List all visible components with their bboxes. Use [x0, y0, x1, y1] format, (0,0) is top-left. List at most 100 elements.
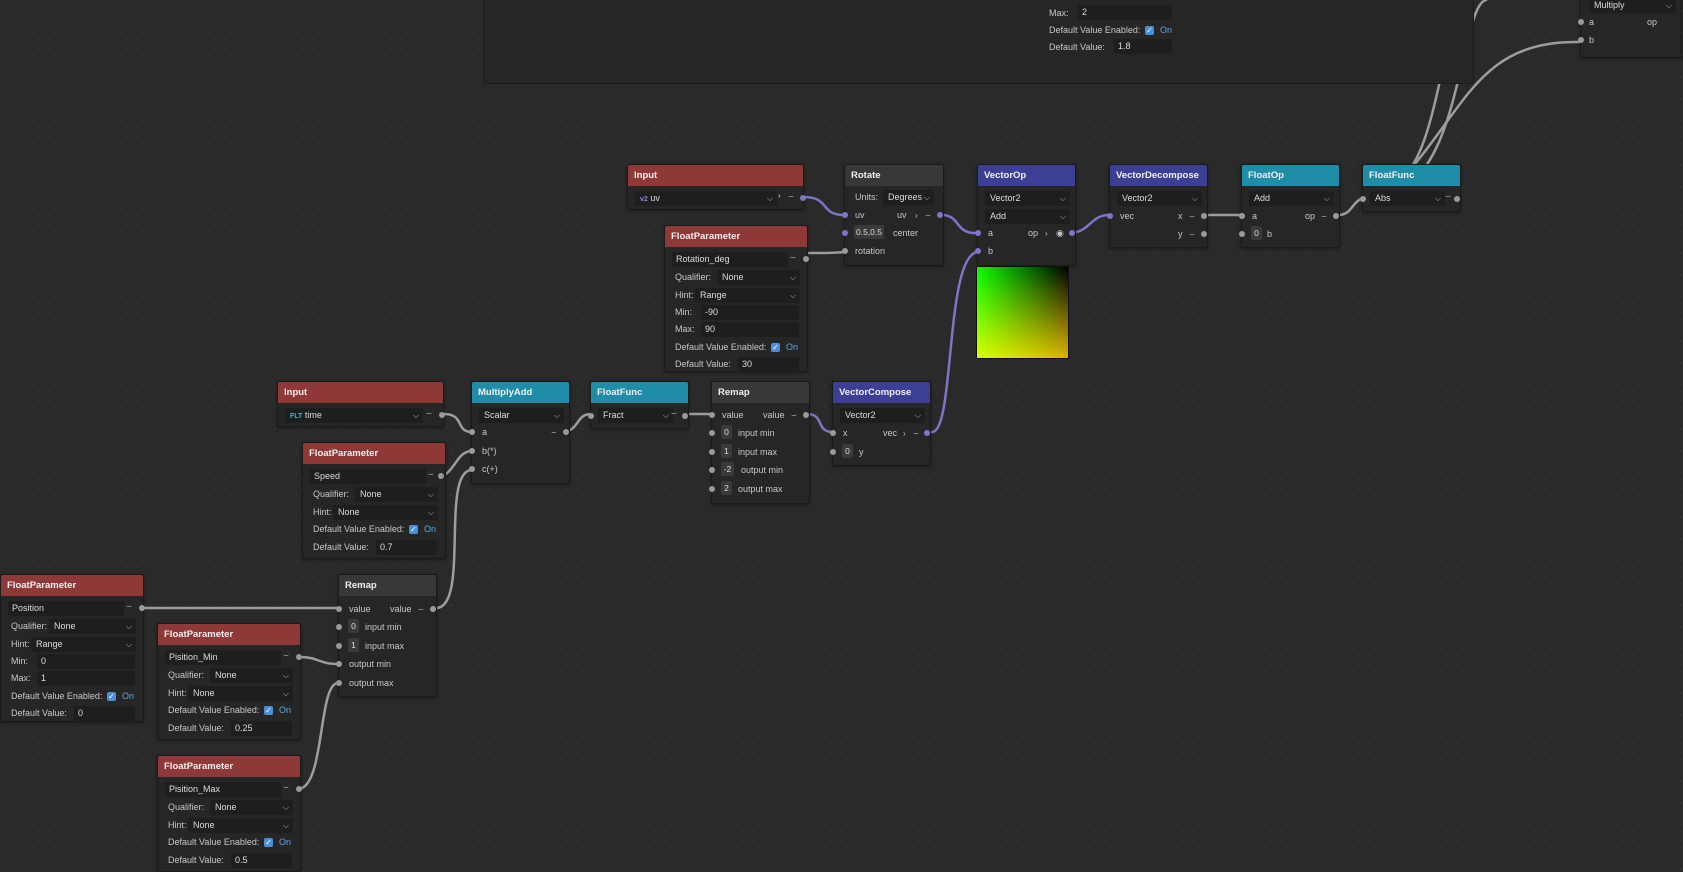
- floatparameter-position-max-node[interactable]: FloatParameter Pisition_Max ⌣ Qualifier:…: [157, 755, 302, 872]
- vectorcompose-node[interactable]: VectorCompose Vector2 ⌵ x vec › ⌣ 0 y: [830, 381, 931, 466]
- output-toggle-icon[interactable]: ⌣: [418, 601, 424, 618]
- parameter-name-field[interactable]: Pisition_Max: [165, 782, 281, 797]
- expand-arrow-icon[interactable]: ›: [915, 207, 918, 224]
- hint-select[interactable]: Range ⌵: [695, 288, 800, 303]
- remap-node-bottom[interactable]: Remap value value ⌣ 0 input min 1 input …: [336, 574, 437, 697]
- input-min-value[interactable]: 0: [348, 619, 359, 633]
- input-max-value[interactable]: 1: [348, 638, 359, 652]
- output-socket[interactable]: [296, 654, 302, 660]
- type-select[interactable]: Vector2 ⌵: [985, 191, 1070, 206]
- input-socket-output-max[interactable]: [709, 486, 715, 492]
- input-socket-a[interactable]: [1578, 19, 1584, 25]
- remap-node-top[interactable]: Remap value value ⌣ 0 input min 1 input …: [709, 381, 810, 504]
- output-toggle-icon[interactable]: ⌣: [913, 425, 919, 442]
- input-socket-b[interactable]: [975, 248, 981, 254]
- center-value[interactable]: 0.5,0.5: [854, 225, 884, 239]
- vectorop-node[interactable]: VectorOp Vector2 ⌵ Add ⌵ a op › ◉ b: [975, 164, 1076, 266]
- floatparameter-position-node[interactable]: FloatParameter Position ⌣ Qualifier: None…: [0, 574, 145, 722]
- multiplyadd-node[interactable]: MultiplyAdd Scalar ⌵ a ⌣ b(*) c(+): [469, 381, 570, 484]
- input-time-node[interactable]: Input FLT time ⌵ ⌣: [277, 381, 445, 427]
- floatfunc-abs-node[interactable]: FloatFunc Abs ⌵ ⌣: [1360, 164, 1461, 212]
- output-socket[interactable]: [438, 473, 444, 479]
- input-socket-input-min[interactable]: [336, 624, 342, 630]
- floatop-node[interactable]: FloatOp Add ⌵ a op ⌣ 0 b: [1239, 164, 1340, 248]
- input-socket-a[interactable]: [1239, 213, 1245, 219]
- floatparameter-rotation-node[interactable]: FloatParameter Rotation_deg ⌣ Qualifier:…: [664, 225, 809, 372]
- output-toggle-icon[interactable]: ⌣: [788, 191, 794, 202]
- output-socket[interactable]: [563, 429, 569, 435]
- floatparameter-position-min-node[interactable]: FloatParameter Pisition_Min ⌣ Qualifier:…: [157, 623, 302, 740]
- min-field[interactable]: 0: [37, 654, 135, 669]
- output-max-value[interactable]: 2: [721, 481, 732, 495]
- expand-arrow-icon[interactable]: ›: [778, 191, 781, 200]
- max-field[interactable]: 1: [37, 671, 135, 686]
- input-socket-y[interactable]: [830, 449, 836, 455]
- default-value-field[interactable]: 1.8: [1114, 39, 1172, 54]
- default-value-field[interactable]: 0.5: [231, 853, 292, 868]
- input-min-value[interactable]: 0: [721, 425, 732, 439]
- output-toggle-icon[interactable]: ⌣: [126, 601, 132, 612]
- output-socket[interactable]: [682, 413, 688, 419]
- input-socket-a[interactable]: [975, 230, 981, 236]
- input-select[interactable]: FLT time ⌵: [285, 408, 423, 423]
- output-socket[interactable]: [800, 195, 806, 201]
- input-socket-output-max[interactable]: [336, 680, 342, 686]
- output-toggle-icon[interactable]: ⌣: [671, 408, 677, 419]
- expand-arrow-icon[interactable]: ›: [1045, 225, 1048, 242]
- type-select[interactable]: Vector2 ⌵: [840, 408, 925, 423]
- input-socket-output-min[interactable]: [336, 661, 342, 667]
- output-min-value[interactable]: -2: [721, 462, 734, 476]
- input-socket-output-min[interactable]: [709, 467, 715, 473]
- output-toggle-icon[interactable]: ⌣: [283, 650, 289, 661]
- input-socket[interactable]: [1360, 196, 1366, 202]
- input-socket-rotation[interactable]: [842, 248, 848, 254]
- output-toggle-icon[interactable]: ⌣: [925, 207, 931, 224]
- input-socket-input-min[interactable]: [709, 430, 715, 436]
- func-select[interactable]: Fract ⌵: [598, 408, 673, 423]
- output-socket[interactable]: [803, 256, 809, 262]
- input-socket-value[interactable]: [709, 412, 715, 418]
- input-uv-node[interactable]: Input v2 uv ⌵ › ⌣: [627, 164, 806, 210]
- parameter-name-field[interactable]: Rotation_deg: [672, 252, 788, 267]
- qualifier-select[interactable]: None ⌵: [717, 270, 800, 285]
- input-socket-a[interactable]: [469, 429, 475, 435]
- default-value-field[interactable]: 0.25: [231, 721, 292, 736]
- qualifier-select[interactable]: None ⌵: [49, 619, 136, 634]
- default-enabled-checkbox[interactable]: ✓: [264, 838, 273, 847]
- qualifier-select[interactable]: None ⌵: [210, 668, 293, 683]
- input-socket-center[interactable]: [842, 230, 848, 236]
- type-select[interactable]: Scalar ⌵: [479, 408, 564, 423]
- units-select[interactable]: Degrees ⌵: [883, 190, 934, 205]
- output-socket[interactable]: [1333, 213, 1339, 219]
- rotate-node[interactable]: Rotate Units: Degrees ⌵ uv uv › ⌣ 0.5,0.5…: [842, 164, 944, 266]
- default-enabled-checkbox[interactable]: ✓: [264, 706, 273, 715]
- output-toggle-icon[interactable]: ⌣: [1321, 208, 1327, 225]
- max-field[interactable]: 90: [701, 322, 799, 337]
- output-socket[interactable]: [296, 786, 302, 792]
- output-toggle-icon[interactable]: ⌣: [551, 424, 557, 441]
- output-socket[interactable]: [1069, 230, 1075, 236]
- input-socket-vec[interactable]: [1107, 213, 1113, 219]
- input-max-value[interactable]: 1: [721, 444, 732, 458]
- parameter-name-field[interactable]: Pisition_Min: [165, 650, 281, 665]
- input-socket-c[interactable]: [469, 466, 475, 472]
- input-select[interactable]: v2 uv ⌵: [635, 191, 777, 206]
- output-socket[interactable]: [803, 412, 809, 418]
- input-socket-input-max[interactable]: [336, 643, 342, 649]
- op-select[interactable]: Add ⌵: [985, 209, 1070, 224]
- max-field[interactable]: 2: [1078, 5, 1172, 20]
- op-select[interactable]: Multiply ⌵: [1589, 0, 1676, 13]
- output-socket[interactable]: [1454, 196, 1460, 202]
- output-toggle-icon[interactable]: ⌣: [1189, 226, 1195, 243]
- floatfunc-fract-node[interactable]: FloatFunc Fract ⌵ ⌣: [588, 381, 689, 429]
- y-value[interactable]: 0: [842, 444, 853, 458]
- output-toggle-icon[interactable]: ⌣: [428, 469, 434, 480]
- default-value-field[interactable]: 0: [74, 706, 135, 721]
- input-socket-uv[interactable]: [842, 212, 848, 218]
- hint-select[interactable]: None ⌵: [333, 505, 438, 520]
- output-socket[interactable]: [924, 430, 930, 436]
- input-socket-input-max[interactable]: [709, 449, 715, 455]
- b-value[interactable]: 0: [1251, 226, 1262, 240]
- expand-arrow-icon[interactable]: ›: [903, 425, 906, 442]
- output-socket[interactable]: [430, 606, 436, 612]
